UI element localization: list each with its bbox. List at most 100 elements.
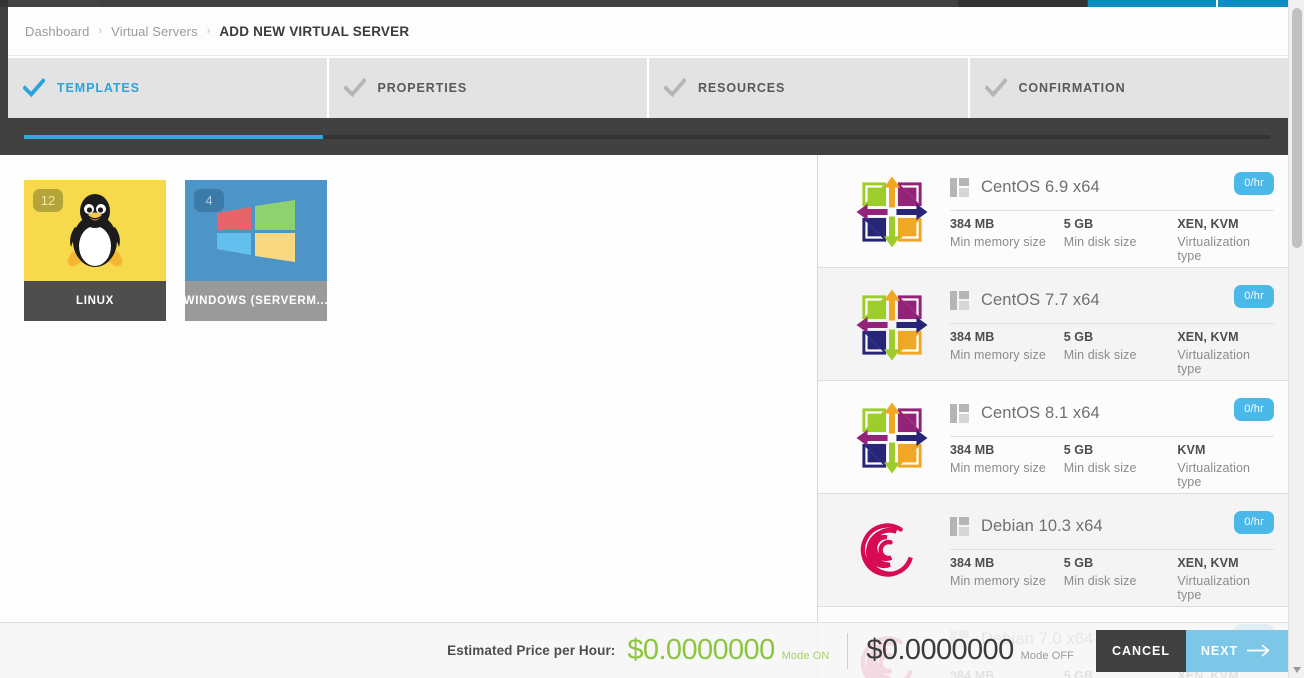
template-list-item[interactable]: CentOS 7.7 x64 0/hr 384 MB Min memory si… [818,268,1288,381]
arrow-right-icon [1247,644,1270,657]
estimated-price-label: Estimated Price per Hour: [447,643,616,658]
check-icon [984,77,1007,98]
grid-icon [950,404,969,423]
spec-disk: 5 GB Min disk size [1064,217,1178,263]
nav-segment-action-primary[interactable] [1088,0,1216,7]
template-header: Debian 10.3 x64 0/hr [950,504,1274,550]
spec-virtualization: XEN, KVM Virtualization type [1177,217,1274,263]
template-specs: 384 MB Min memory size 5 GB Min disk siz… [950,556,1274,602]
next-button-label: NEXT [1200,643,1239,658]
price-divider [847,632,849,669]
linux-penguin-icon [67,193,123,267]
top-navigation-bar [0,0,1288,7]
wizard-step-resources[interactable]: RESOURCES [649,58,970,118]
breadcrumb: Dashboard › Virtual Servers › ADD NEW VI… [8,7,1288,56]
spec-value: XEN, KVM [1177,217,1239,231]
tile-label: WINDOWS (SERVERM... [185,281,327,321]
centos-logo-icon [844,394,940,482]
template-specs: 384 MB Min memory size 5 GB Min disk siz… [950,217,1274,263]
price-mode-on: $0.0000000 Mode ON [627,634,829,667]
debian-logo-icon [844,507,940,595]
template-group-tile-windows[interactable]: 4 WINDOWS (SERVERM... [185,180,327,321]
spec-value: 384 MB [950,443,995,457]
spec-key: Min disk size [1063,235,1137,249]
template-name: CentOS 8.1 x64 [981,404,1100,422]
template-header: CentOS 6.9 x64 0/hr [950,165,1274,211]
wizard-step-properties[interactable]: PROPERTIES [328,58,649,118]
grid-icon [950,517,969,536]
cancel-button[interactable]: CANCEL [1096,629,1186,672]
footer-action-bar: Estimated Price per Hour: $0.0000000 Mod… [0,622,1288,678]
template-specs: 384 MB Min memory size 5 GB Min disk siz… [950,443,1274,489]
check-icon [23,77,45,98]
spec-value: 5 GB [1063,330,1094,344]
breadcrumb-item-virtual-servers[interactable]: Virtual Servers [111,24,198,39]
template-price-badge: 0/hr [1234,398,1274,421]
spec-value: XEN, KVM [1177,330,1239,344]
breadcrumb-item-current: ADD NEW VIRTUAL SERVER [219,23,410,39]
spec-value: 384 MB [950,330,995,344]
progress-strip [8,118,1288,155]
price-mode-on-label: Mode ON [781,650,830,662]
spec-disk: 5 GB Min disk size [1064,443,1178,489]
progress-track [24,135,1270,139]
spec-virtualization: KVM Virtualization type [1177,443,1274,489]
spec-key: Min memory size [950,574,1046,588]
template-list-item[interactable]: CentOS 8.1 x64 0/hr 384 MB Min memory si… [818,381,1288,494]
spec-disk: 5 GB Min disk size [1064,556,1178,602]
wizard-content: 12 LINUX 4 WINDOWS (SERVERM... CentOS 6.… [0,155,1288,678]
progress-fill [24,135,324,139]
nav-segment-action-secondary[interactable] [1218,0,1288,7]
spec-virtualization: XEN, KVM Virtualization type [1177,330,1274,376]
template-list-item[interactable]: CentOS 6.9 x64 0/hr 384 MB Min memory si… [818,155,1288,268]
template-specs: 384 MB Min memory size 5 GB Min disk siz… [950,330,1274,376]
page-scrollbar[interactable] [1288,0,1304,678]
spec-key: Min disk size [1063,461,1137,475]
scrollbar-thumb[interactable] [1292,8,1302,248]
template-name: Debian 10.3 x64 [981,517,1103,535]
spec-value: KVM [1177,443,1206,457]
scroll-down-icon[interactable] [1289,662,1304,678]
nav-segment-account[interactable] [958,0,1087,7]
nav-segment-menu[interactable] [9,0,98,7]
tile-artwork: 4 [185,180,327,281]
spec-value: 5 GB [1063,217,1094,231]
tile-label: LINUX [24,281,166,321]
price-value-on: $0.0000000 [627,634,775,666]
template-group-tile-linux[interactable]: 12 LINUX [24,180,166,321]
breadcrumb-separator: › [98,25,103,37]
template-price-badge: 0/hr [1234,172,1274,195]
breadcrumb-item-dashboard[interactable]: Dashboard [25,24,90,39]
wizard-step-templates[interactable]: TEMPLATES [8,58,329,118]
next-button[interactable]: NEXT [1186,629,1288,672]
wizard-step-label: RESOURCES [698,81,786,95]
spec-value: 384 MB [950,217,995,231]
template-list-item[interactable]: Debian 10.3 x64 0/hr 384 MB Min memory s… [818,494,1288,607]
template-price-badge: 0/hr [1234,511,1274,534]
check-icon [664,77,686,98]
price-value-off: $0.0000000 [866,634,1014,666]
left-rail [0,7,8,155]
template-price-badge: 0/hr [1234,285,1274,308]
nav-segment-logo[interactable] [0,0,8,7]
tile-count-badge: 12 [33,189,63,212]
breadcrumb-separator: › [206,25,211,37]
wizard-steps: TEMPLATES PROPERTIES RESOURCES CONFIRMAT… [8,58,1288,118]
tile-artwork: 12 [24,180,166,281]
centos-logo-icon [844,281,940,369]
windows-logo-icon [217,199,295,262]
template-name: CentOS 6.9 x64 [981,178,1100,196]
spec-value: 384 MB [950,556,995,570]
spec-value: XEN, KVM [1177,556,1239,570]
wizard-step-confirmation[interactable]: CONFIRMATION [969,58,1288,118]
cancel-button-label: CANCEL [1111,643,1171,658]
spec-key: Virtualization type [1177,574,1251,602]
spec-value: 5 GB [1063,556,1094,570]
spec-virtualization: XEN, KVM Virtualization type [1177,556,1274,602]
nav-segment-spacer [99,0,957,7]
template-list[interactable]: CentOS 6.9 x64 0/hr 384 MB Min memory si… [818,155,1288,678]
spec-memory: 384 MB Min memory size [950,330,1064,376]
template-header: CentOS 7.7 x64 0/hr [950,278,1274,324]
wizard-step-label: PROPERTIES [377,81,468,95]
page-root: Dashboard › Virtual Servers › ADD NEW VI… [0,0,1304,678]
